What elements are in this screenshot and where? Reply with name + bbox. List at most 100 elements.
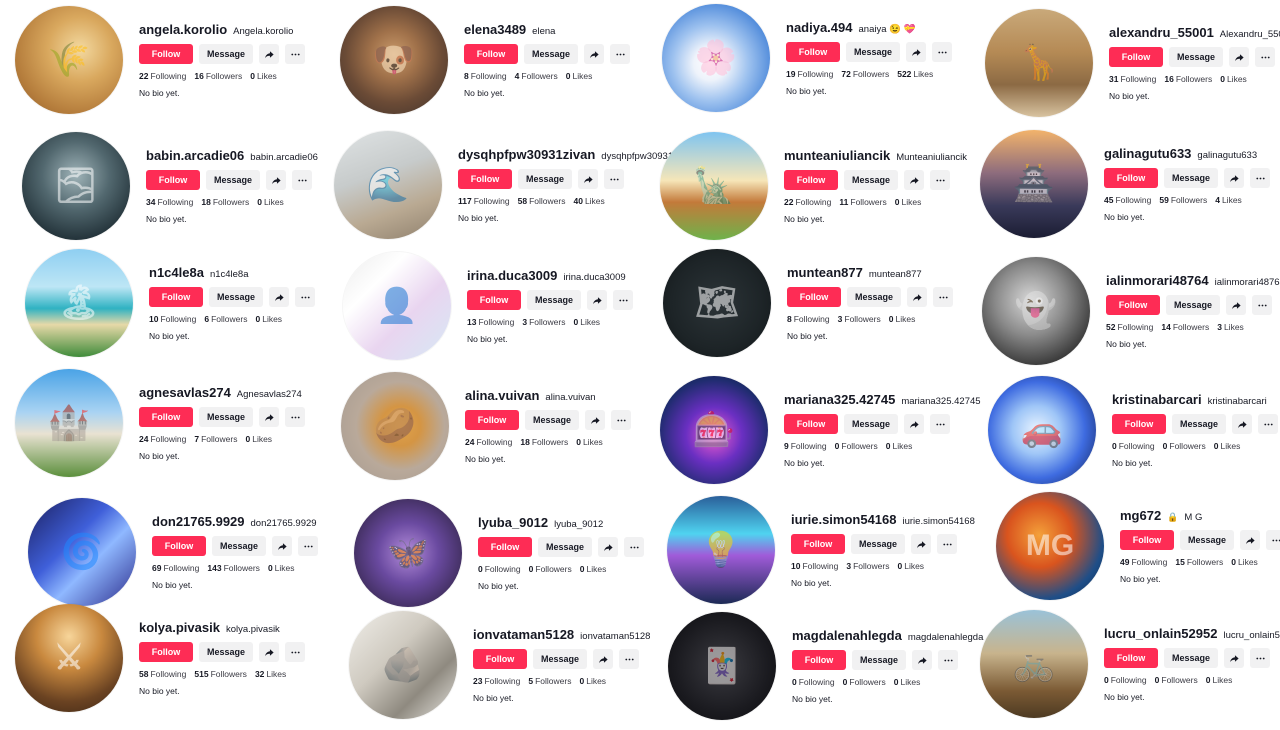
message-button[interactable]: Message [524, 44, 578, 64]
following-count[interactable]: 0Following [478, 564, 521, 574]
follow-button[interactable]: Follow [791, 534, 845, 554]
avatar[interactable]: 🥔 [341, 372, 449, 480]
following-count[interactable]: 0Following [1104, 675, 1147, 685]
share-button[interactable] [906, 42, 926, 62]
username[interactable]: mg672 [1120, 508, 1161, 523]
followers-count[interactable]: 5Followers [528, 676, 571, 686]
username[interactable]: muntean877 [787, 265, 863, 280]
following-count[interactable]: 23Following [473, 676, 520, 686]
avatar[interactable]: 🌊 [334, 131, 442, 239]
share-button[interactable] [1224, 648, 1244, 668]
following-count[interactable]: 24Following [465, 437, 512, 447]
username[interactable]: ialinmorari48764 [1106, 273, 1209, 288]
share-button[interactable] [593, 649, 613, 669]
username[interactable]: galinagutu633 [1104, 146, 1191, 161]
following-count[interactable]: 117Following [458, 196, 510, 206]
followers-count[interactable]: 16Followers [194, 71, 242, 81]
more-options-button[interactable] [610, 44, 630, 64]
followers-count[interactable]: 0Followers [1163, 441, 1206, 451]
follow-button[interactable]: Follow [139, 407, 193, 427]
avatar[interactable]: 🚲 [980, 610, 1088, 718]
following-count[interactable]: 10Following [149, 314, 196, 324]
username[interactable]: munteaniuliancik [784, 148, 890, 163]
following-count[interactable]: 45Following [1104, 195, 1151, 205]
following-count[interactable]: 49Following [1120, 557, 1167, 567]
message-button[interactable]: Message [527, 290, 581, 310]
username[interactable]: babin.arcadie06 [146, 148, 244, 163]
follow-button[interactable]: Follow [152, 536, 206, 556]
follow-button[interactable]: Follow [467, 290, 521, 310]
more-options-button[interactable] [938, 650, 958, 670]
following-count[interactable]: 9Following [784, 441, 827, 451]
avatar[interactable]: 👤 [343, 252, 451, 360]
message-button[interactable]: Message [1166, 295, 1220, 315]
avatar[interactable]: 🦒 [985, 9, 1093, 117]
share-button[interactable] [1226, 295, 1246, 315]
avatar[interactable]: 🏯 [980, 130, 1088, 238]
message-button[interactable]: Message [199, 44, 253, 64]
followers-count[interactable]: 0Followers [843, 677, 886, 687]
share-button[interactable] [904, 170, 924, 190]
follow-button[interactable]: Follow [1112, 414, 1166, 434]
username[interactable]: kolya.pivasik [139, 620, 220, 635]
following-count[interactable]: 13Following [467, 317, 514, 327]
more-options-button[interactable] [624, 537, 644, 557]
message-button[interactable]: Message [1169, 47, 1223, 67]
more-options-button[interactable] [1250, 648, 1270, 668]
more-options-button[interactable] [1252, 295, 1272, 315]
followers-count[interactable]: 18Followers [520, 437, 568, 447]
username[interactable]: irina.duca3009 [467, 268, 557, 283]
message-button[interactable]: Message [533, 649, 587, 669]
avatar[interactable]: 🐶 [340, 6, 448, 114]
followers-count[interactable]: 14Followers [1161, 322, 1209, 332]
username[interactable]: alina.vuivan [465, 388, 539, 403]
more-options-button[interactable] [1250, 168, 1270, 188]
more-options-button[interactable] [619, 649, 639, 669]
username[interactable]: dysqhpfpw30931zivan [458, 147, 595, 162]
follow-button[interactable]: Follow [784, 414, 838, 434]
message-button[interactable]: Message [1172, 414, 1226, 434]
followers-count[interactable]: 58Followers [518, 196, 566, 206]
message-button[interactable]: Message [199, 642, 253, 662]
more-options-button[interactable] [285, 44, 305, 64]
followers-count[interactable]: 59Followers [1159, 195, 1207, 205]
avatar[interactable]: 💡 [667, 496, 775, 604]
followers-count[interactable]: 11Followers [839, 197, 886, 207]
share-button[interactable] [1240, 530, 1260, 550]
share-button[interactable] [259, 44, 279, 64]
followers-count[interactable]: 15Followers [1175, 557, 1223, 567]
following-count[interactable]: 8Following [464, 71, 507, 81]
message-button[interactable]: Message [212, 536, 266, 556]
following-count[interactable]: 58Following [139, 669, 186, 679]
share-button[interactable] [259, 642, 279, 662]
more-options-button[interactable] [933, 287, 953, 307]
more-options-button[interactable] [930, 170, 950, 190]
username[interactable]: agnesavlas274 [139, 385, 231, 400]
username[interactable]: n1c4le8a [149, 265, 204, 280]
followers-count[interactable]: 16Followers [1164, 74, 1212, 84]
share-button[interactable] [1224, 168, 1244, 188]
share-button[interactable] [578, 169, 598, 189]
followers-count[interactable]: 72Followers [841, 69, 889, 79]
follow-button[interactable]: Follow [787, 287, 841, 307]
message-button[interactable]: Message [844, 170, 898, 190]
more-options-button[interactable] [285, 642, 305, 662]
message-button[interactable]: Message [847, 287, 901, 307]
more-options-button[interactable] [285, 407, 305, 427]
message-button[interactable]: Message [206, 170, 260, 190]
avatar[interactable]: ⚔ [15, 604, 123, 712]
share-button[interactable] [259, 407, 279, 427]
more-options-button[interactable] [937, 534, 957, 554]
follow-button[interactable]: Follow [1120, 530, 1174, 550]
following-count[interactable]: 8Following [787, 314, 830, 324]
username[interactable]: magdalenahlegda [792, 628, 902, 643]
message-button[interactable]: Message [199, 407, 253, 427]
more-options-button[interactable] [292, 170, 312, 190]
follow-button[interactable]: Follow [792, 650, 846, 670]
share-button[interactable] [1232, 414, 1252, 434]
following-count[interactable]: 10Following [791, 561, 838, 571]
share-button[interactable] [1229, 47, 1249, 67]
username[interactable]: alexandru_55001 [1109, 25, 1214, 40]
message-button[interactable]: Message [209, 287, 263, 307]
avatar[interactable]: 🚗 [988, 376, 1096, 484]
